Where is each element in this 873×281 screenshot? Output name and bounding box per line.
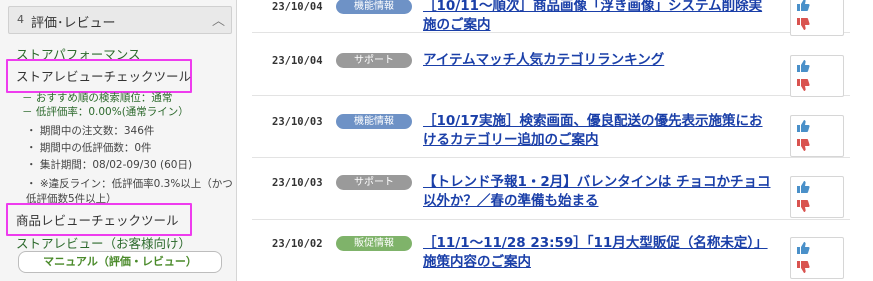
news-title-link[interactable]: ［10/17実施］検索画面、優良配送の優先表示施策におけるカテゴリー追加のご案内 xyxy=(423,112,773,150)
detail-low-rating-rate: － 低評価率：0.00%(通常ライン） xyxy=(22,106,189,118)
vote-box xyxy=(790,55,844,97)
news-date: 23/10/04 xyxy=(272,1,323,13)
thumbs-up-icon[interactable] xyxy=(796,59,810,73)
vote-box xyxy=(790,237,844,279)
category-badge: 販促情報 xyxy=(336,236,412,251)
sidebar-item-product-review-tool[interactable]: 商品レビューチェックツール xyxy=(16,210,179,229)
section-header-review[interactable]: 4 評価･レビュー ︿ xyxy=(8,6,232,34)
category-badge: 機能情報 xyxy=(336,0,412,14)
detail-low-rating-count: ・ 期間中の低評価数：0件 xyxy=(26,142,152,154)
sidebar: 4 評価･レビュー ︿ ストアパフォーマンス ストアレビューチェックツール － … xyxy=(0,0,237,281)
thumbs-down-icon[interactable] xyxy=(796,17,810,31)
news-row: 23/10/02 販促情報 ［11/1～11/28 23:59］「11月大型販促… xyxy=(252,222,850,280)
detail-violation-line: ・ ※違反ライン：低評価率0.3%以上（かつ xyxy=(26,178,233,190)
vote-box xyxy=(790,176,844,218)
thumbs-down-icon[interactable] xyxy=(796,260,810,274)
news-title-link[interactable]: ［10/11～順次］商品画像「浮き画像」システム削除実施のご案内 xyxy=(423,0,773,35)
vote-box xyxy=(790,115,844,157)
vote-box xyxy=(790,0,844,36)
news-date: 23/10/03 xyxy=(272,116,323,128)
sidebar-item-store-review-customer[interactable]: ストアレビュー（お客様向け） xyxy=(16,233,191,252)
category-badge: サポート xyxy=(336,175,412,190)
thumbs-down-icon[interactable] xyxy=(796,78,810,92)
thumbs-down-icon[interactable] xyxy=(796,138,810,152)
news-row: 23/10/03 サポート 【トレンド予報1・2月】バレンタインは チョコかチョ… xyxy=(252,161,850,220)
news-row: 23/10/03 機能情報 ［10/17実施］検索画面、優良配送の優先表示施策に… xyxy=(252,99,850,158)
section-title: 評価･レビュー xyxy=(31,16,116,31)
news-title-link[interactable]: 【トレンド予報1・2月】バレンタインは チョコかチョコ以外か？／春の準備も始まる xyxy=(423,173,773,211)
manual-button[interactable]: マニュアル（評価・レビュー） xyxy=(18,251,222,273)
chevron-up-icon[interactable]: ︿ xyxy=(212,10,225,29)
detail-order-count: ・ 期間中の注文数：346件 xyxy=(26,125,155,137)
thumbs-up-icon[interactable] xyxy=(796,0,810,12)
news-date: 23/10/03 xyxy=(272,177,323,189)
news-row: 23/10/04 サポート アイテムマッチ人気カテゴリランキング xyxy=(252,37,850,96)
thumbs-down-icon[interactable] xyxy=(796,199,810,213)
thumbs-up-icon[interactable] xyxy=(796,180,810,194)
sidebar-item-store-review-tool[interactable]: ストアレビューチェックツール xyxy=(16,66,191,85)
news-date: 23/10/02 xyxy=(272,238,323,250)
detail-search-rank: － おすすめ順の検索順位：通常 xyxy=(22,92,173,104)
section-number: 4 xyxy=(17,13,24,26)
news-title-link[interactable]: アイテムマッチ人気カテゴリランキング xyxy=(423,51,773,70)
category-badge: サポート xyxy=(336,53,412,68)
news-row: 23/10/04 機能情報 ［10/11～順次］商品画像「浮き画像」システム削除… xyxy=(252,0,850,33)
thumbs-up-icon[interactable] xyxy=(796,119,810,133)
news-title-link[interactable]: ［11/1～11/28 23:59］「11月大型販促（名称未定）」施策内容のご案… xyxy=(423,234,773,272)
news-date: 23/10/04 xyxy=(272,55,323,67)
category-badge: 機能情報 xyxy=(336,114,412,129)
detail-period: ・ 集計期間：08/02-09/30 (60日) xyxy=(26,159,193,171)
thumbs-up-icon[interactable] xyxy=(796,241,810,255)
